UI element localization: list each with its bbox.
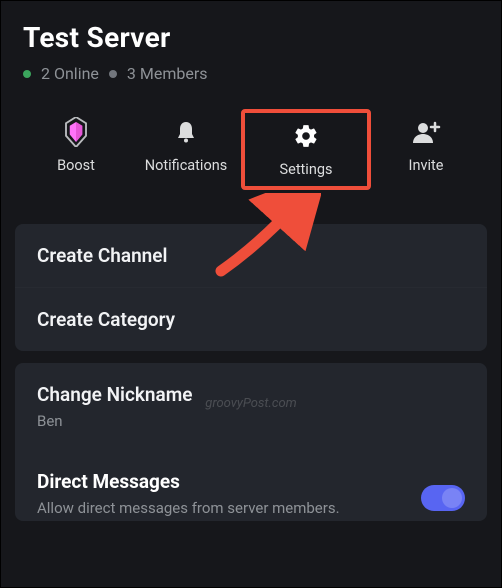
boost-label: Boost xyxy=(57,157,95,174)
boost-button[interactable]: Boost xyxy=(21,109,131,190)
bottom-fade xyxy=(1,547,501,587)
gear-icon xyxy=(293,121,319,151)
bell-icon xyxy=(174,117,198,147)
members-count: 3 Members xyxy=(127,64,208,83)
create-section: Create Channel Create Category xyxy=(15,224,487,351)
dm-text: Direct Messages Allow direct messages fr… xyxy=(37,470,340,517)
create-category-row[interactable]: Create Category xyxy=(15,287,487,351)
settings-label: Settings xyxy=(280,161,333,178)
dm-toggle[interactable] xyxy=(421,485,465,511)
members-dot-icon xyxy=(109,70,117,78)
server-header: Test Server 2 Online 3 Members xyxy=(1,1,501,99)
change-nickname-row[interactable]: Change Nickname Ben xyxy=(15,363,487,450)
member-section: Change Nickname Ben Direct Messages Allo… xyxy=(15,363,487,521)
server-name: Test Server xyxy=(23,21,479,54)
change-nickname-value: Ben xyxy=(37,412,465,430)
notifications-label: Notifications xyxy=(145,157,227,174)
action-bar: Boost Notifications Settings xyxy=(1,99,501,212)
boost-icon xyxy=(63,117,89,147)
online-count: 2 Online xyxy=(41,64,99,83)
dm-subtitle: Allow direct messages from server member… xyxy=(37,499,340,517)
invite-icon xyxy=(411,117,441,147)
create-channel-row[interactable]: Create Channel xyxy=(15,224,487,287)
online-dot-icon xyxy=(23,70,31,78)
direct-messages-row: Direct Messages Allow direct messages fr… xyxy=(15,450,487,521)
change-nickname-title: Change Nickname xyxy=(37,383,465,406)
create-channel-label: Create Channel xyxy=(37,244,465,267)
invite-button[interactable]: Invite xyxy=(371,109,481,190)
invite-label: Invite xyxy=(409,157,444,174)
notifications-button[interactable]: Notifications xyxy=(131,109,241,190)
settings-button[interactable]: Settings xyxy=(241,109,371,190)
server-status-row: 2 Online 3 Members xyxy=(23,64,479,83)
server-settings-panel: Test Server 2 Online 3 Members Boost xyxy=(0,0,502,588)
dm-title: Direct Messages xyxy=(37,470,340,493)
create-category-label: Create Category xyxy=(37,308,465,331)
